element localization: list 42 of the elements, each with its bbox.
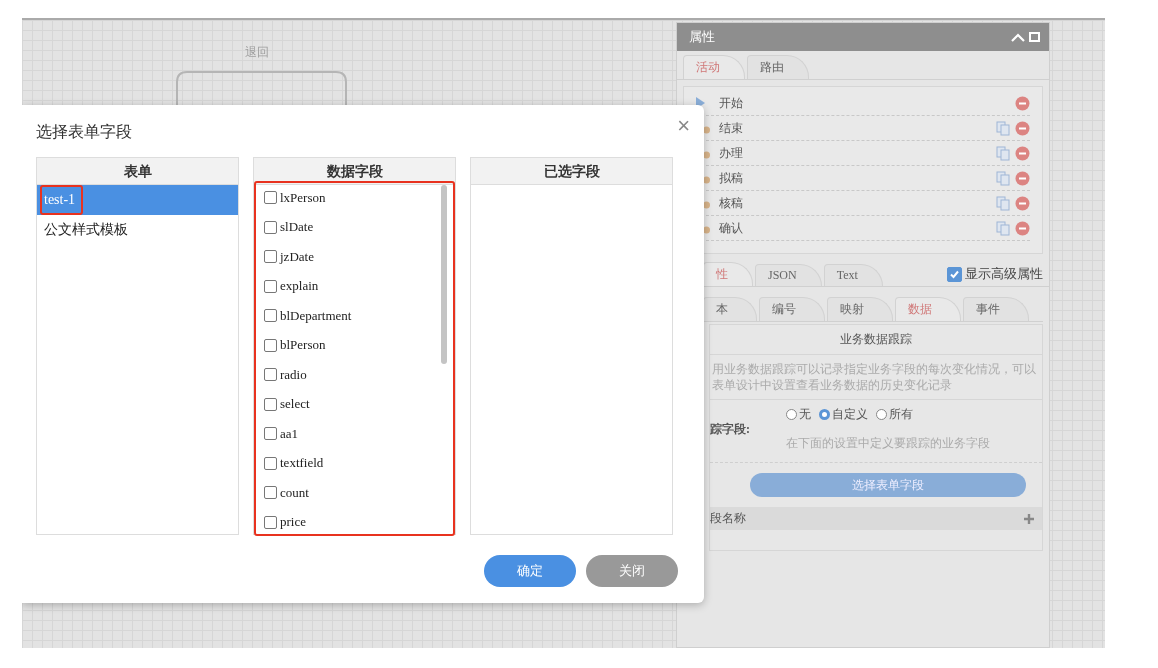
highlighted-label: test-1 xyxy=(40,185,84,215)
advanced-checkbox[interactable]: 显示高级属性 xyxy=(947,265,1043,286)
sub-tab[interactable]: 映射 xyxy=(827,297,893,321)
radio-option[interactable]: 无 xyxy=(786,406,811,423)
field-checkbox[interactable]: blPerson xyxy=(264,330,441,360)
field-checkbox[interactable]: aa1 xyxy=(264,419,441,449)
panel-title: 属性 xyxy=(689,28,715,46)
column-header: 数据字段 xyxy=(254,158,455,185)
field-checkbox[interactable]: slDate xyxy=(264,212,441,242)
field-checkbox[interactable]: radio xyxy=(264,360,441,390)
field-checkbox[interactable]: price xyxy=(264,507,441,534)
connector-label: 退回 xyxy=(245,44,269,61)
field-checkbox[interactable]: select xyxy=(264,389,441,419)
section-title: 业务数据跟踪 xyxy=(710,325,1042,355)
activity-name[interactable]: 开始 xyxy=(719,94,743,112)
column-header: 已选字段 xyxy=(471,158,672,185)
form-label: 公文样式模板 xyxy=(43,221,129,239)
field-checkbox[interactable]: textfield xyxy=(264,448,441,478)
form-item[interactable]: 公文样式模板 xyxy=(37,215,238,245)
close-button[interactable]: × xyxy=(677,116,690,136)
dialog-title: 选择表单字段 xyxy=(36,122,132,142)
activity-name[interactable]: 确认 xyxy=(719,219,743,237)
field-checkbox[interactable]: count xyxy=(264,478,441,508)
field-label: 踪字段: xyxy=(710,420,751,438)
sub-tab[interactable]: 本 xyxy=(703,297,757,321)
radio-option[interactable]: 所有 xyxy=(876,406,913,423)
activity-name[interactable]: 办理 xyxy=(719,144,743,162)
sub-tab[interactable]: 事件 xyxy=(963,297,1029,321)
detail-tab[interactable]: JSON xyxy=(755,264,822,286)
activity-name[interactable]: 结束 xyxy=(719,119,743,137)
activity-name[interactable]: 核稿 xyxy=(719,194,743,212)
field-checkbox[interactable]: lxPerson xyxy=(264,183,441,213)
activity-name[interactable]: 拟稿 xyxy=(719,169,743,187)
detail-tab[interactable]: Text xyxy=(823,264,883,286)
field-checkbox[interactable]: blDepartment xyxy=(264,301,441,331)
field-checkbox[interactable]: jzDate xyxy=(264,242,441,272)
radio-option[interactable]: 自定义 xyxy=(819,406,868,423)
sub-tab[interactable]: 编号 xyxy=(759,297,825,321)
field-checkbox[interactable]: explain xyxy=(264,271,441,301)
column-header: 表单 xyxy=(37,158,238,185)
column-header: 段名称 xyxy=(710,510,746,527)
panel-tab[interactable]: 路由 xyxy=(747,55,809,79)
